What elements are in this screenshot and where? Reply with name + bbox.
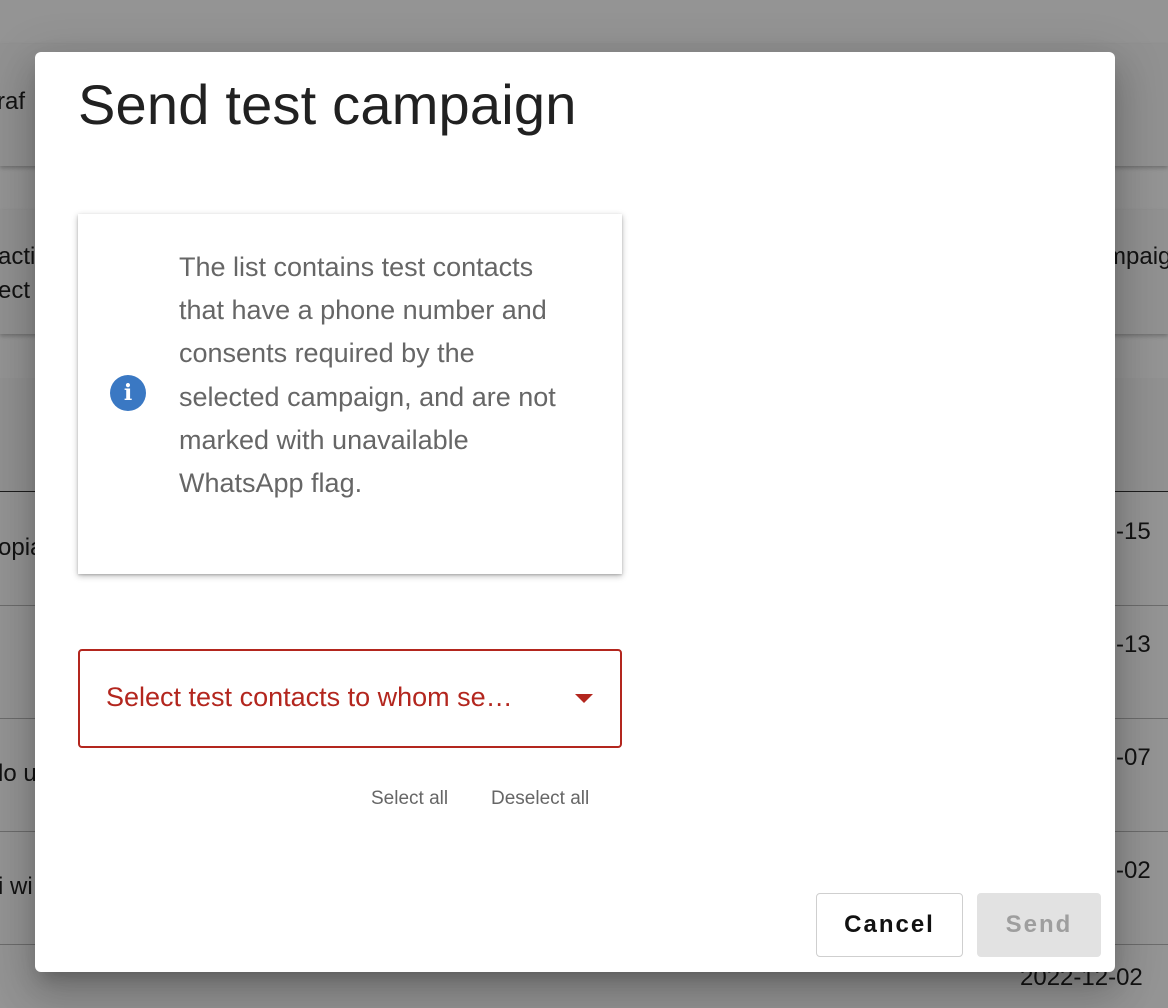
test-contacts-select[interactable]: Select test contacts to whom se…: [78, 649, 622, 748]
dropdown-arrow-icon: [575, 694, 593, 703]
dialog-title: Send test campaign: [78, 73, 577, 136]
deselect-all-button[interactable]: Deselect all: [491, 788, 589, 810]
cancel-button[interactable]: Cancel: [816, 893, 963, 957]
select-placeholder: Select test contacts to whom se…: [106, 682, 513, 712]
info-text: The list contains test contacts that hav…: [179, 252, 556, 499]
send-test-campaign-dialog: Send test campaign i The list contains t…: [35, 52, 1115, 972]
select-all-button[interactable]: Select all: [371, 788, 448, 810]
info-card: i The list contains test contacts that h…: [78, 214, 622, 574]
info-icon: i: [110, 375, 146, 411]
send-button[interactable]: Send: [977, 893, 1101, 957]
